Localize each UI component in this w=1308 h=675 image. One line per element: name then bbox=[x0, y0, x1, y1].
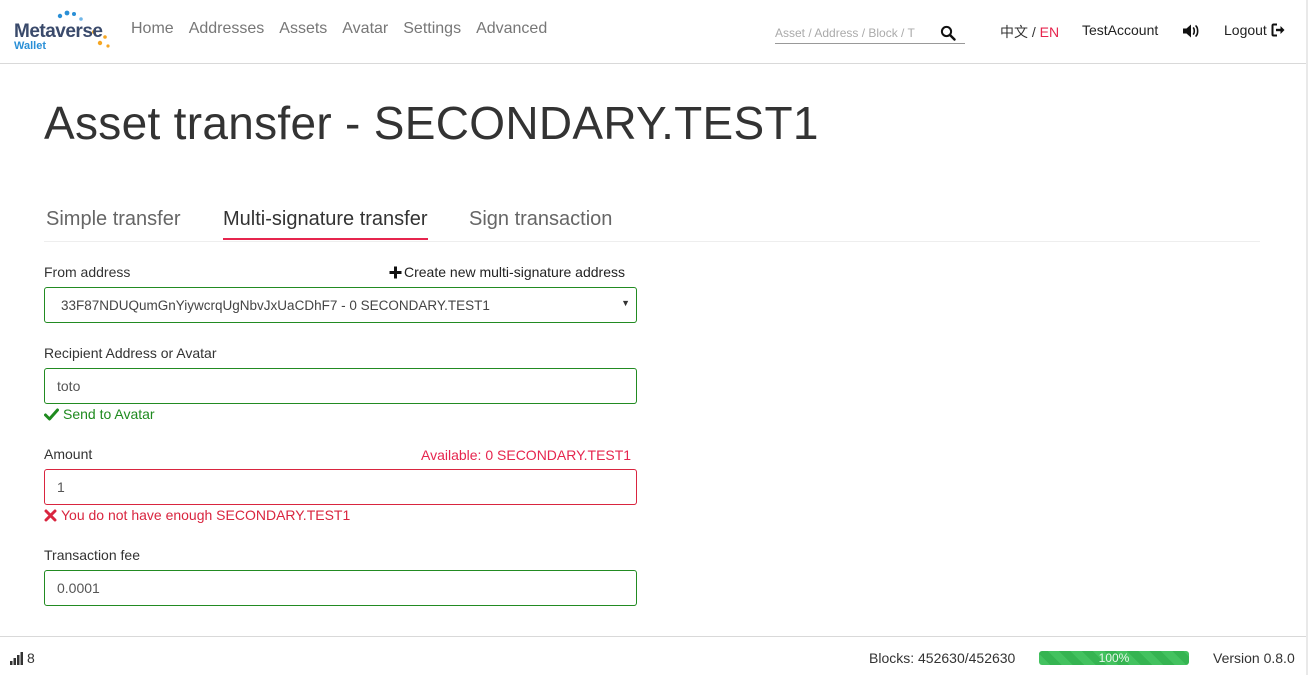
nav-avatar[interactable]: Avatar bbox=[342, 20, 388, 38]
checkmark-icon bbox=[44, 408, 59, 420]
nav-addresses[interactable]: Addresses bbox=[189, 20, 265, 38]
amount-error: You do not have enough SECONDARY.TEST1 bbox=[44, 507, 350, 523]
amount-error-text: You do not have enough SECONDARY.TEST1 bbox=[61, 507, 351, 523]
nav-home[interactable]: Home bbox=[131, 20, 174, 38]
logout-icon bbox=[1271, 23, 1285, 37]
logout-label: Logout bbox=[1224, 22, 1267, 38]
main-nav: Home Addresses Assets Avatar Settings Ad… bbox=[131, 20, 562, 38]
from-address-value: 33F87NDUQumGnYiywcrqUgNbvJxUaCDhF7 - 0 S… bbox=[61, 297, 490, 313]
tab-sign-transaction[interactable]: Sign transaction bbox=[469, 208, 612, 231]
error-x-icon bbox=[44, 509, 57, 521]
fee-input[interactable]: 0.0001 bbox=[44, 570, 637, 606]
page-title: Asset transfer - SECONDARY.TEST1 bbox=[44, 97, 819, 149]
lang-zh[interactable]: 中文 bbox=[1000, 24, 1028, 40]
amount-label: Amount bbox=[44, 446, 93, 462]
create-multisig-label: Create new multi-signature address bbox=[404, 264, 625, 280]
search-icon[interactable] bbox=[940, 25, 956, 41]
top-navbar: Metaverse Wallet Home Addresses Assets A… bbox=[0, 0, 1306, 64]
tab-multi-signature-transfer[interactable]: Multi-signature transfer bbox=[223, 208, 428, 240]
sync-progress-bar: 100% bbox=[1039, 651, 1189, 665]
chevron-down-icon: ▼ bbox=[621, 298, 630, 308]
language-switcher: 中文 / EN bbox=[1000, 22, 1059, 42]
transfer-tabs: Simple transfer Multi-signature transfer… bbox=[44, 204, 1260, 242]
from-address-label: From address bbox=[44, 264, 131, 280]
metaverse-logo[interactable]: Metaverse Wallet bbox=[12, 10, 116, 56]
recipient-validation: Send to Avatar bbox=[44, 406, 155, 422]
plus-icon bbox=[389, 266, 402, 278]
peer-status: 8 bbox=[10, 650, 35, 666]
search-box bbox=[775, 22, 965, 44]
from-address-select[interactable]: 33F87NDUQumGnYiywcrqUgNbvJxUaCDhF7 - 0 S… bbox=[44, 287, 637, 323]
sound-icon[interactable] bbox=[1182, 23, 1200, 39]
recipient-value: toto bbox=[57, 378, 81, 394]
amount-input[interactable]: 1 bbox=[44, 469, 637, 505]
status-footer: 8 Blocks: 452630/452630 100% Version 0.8… bbox=[0, 636, 1306, 675]
logo-subtitle: Wallet bbox=[14, 40, 46, 52]
create-multisig-address-link[interactable]: Create new multi-signature address bbox=[389, 264, 625, 280]
recipient-input[interactable]: toto bbox=[44, 368, 637, 404]
logout-button[interactable]: Logout bbox=[1224, 22, 1286, 38]
fee-value: 0.0001 bbox=[57, 580, 100, 596]
fee-label: Transaction fee bbox=[44, 547, 140, 563]
nav-advanced[interactable]: Advanced bbox=[476, 20, 547, 38]
sync-progress-label: 100% bbox=[1098, 651, 1130, 665]
recipient-hint-text: Send to Avatar bbox=[63, 406, 155, 422]
peer-count: 8 bbox=[27, 650, 35, 666]
lang-en[interactable]: EN bbox=[1040, 24, 1059, 40]
search-input[interactable] bbox=[775, 22, 930, 44]
signal-icon bbox=[10, 651, 23, 665]
tab-simple-transfer[interactable]: Simple transfer bbox=[46, 208, 181, 231]
lang-separator: / bbox=[1028, 24, 1040, 40]
recipient-label: Recipient Address or Avatar bbox=[44, 345, 217, 361]
sync-progress-fill: 100% bbox=[1039, 651, 1189, 665]
app-version: Version 0.8.0 bbox=[1213, 650, 1295, 666]
account-name[interactable]: TestAccount bbox=[1082, 22, 1158, 38]
amount-value: 1 bbox=[57, 479, 65, 495]
nav-settings[interactable]: Settings bbox=[403, 20, 461, 38]
available-balance[interactable]: Available: 0 SECONDARY.TEST1 bbox=[421, 447, 631, 463]
block-height: Blocks: 452630/452630 bbox=[869, 650, 1016, 666]
nav-assets[interactable]: Assets bbox=[279, 20, 327, 38]
